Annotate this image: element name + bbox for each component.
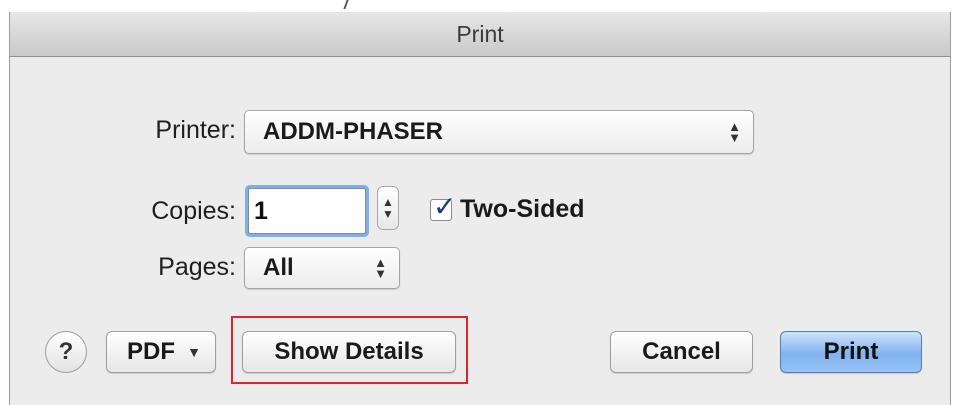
pages-select-value: All	[263, 254, 294, 281]
window-title: Print	[10, 12, 950, 57]
checkmark-icon: ✓	[433, 191, 457, 222]
stepper-down-icon[interactable]: ▼	[382, 208, 394, 220]
copies-stepper[interactable]: ▲ ▼	[377, 186, 399, 230]
two-sided-label: Two-Sided	[460, 195, 585, 223]
up-down-chevron-icon: ▲ ▼	[728, 119, 741, 145]
pages-select[interactable]: All ▲ ▼	[244, 247, 400, 289]
copies-field[interactable]: 1	[248, 188, 366, 234]
cursor-fragment	[333, 0, 349, 9]
triangle-down-icon: ▼	[187, 344, 201, 360]
printer-select-value: ADDM-PHASER	[263, 118, 443, 145]
print-button[interactable]: Print	[780, 331, 922, 373]
help-button[interactable]: ?	[45, 331, 87, 373]
pdf-button-label: PDF	[127, 338, 175, 365]
up-down-chevron-icon: ▲ ▼	[374, 255, 387, 281]
printer-select[interactable]: ADDM-PHASER ▲ ▼	[244, 110, 754, 154]
copies-label: Copies:	[151, 197, 236, 225]
pages-label: Pages:	[158, 253, 236, 281]
annotation-highlight	[231, 316, 468, 384]
two-sided-checkbox[interactable]: ✓	[430, 191, 456, 222]
cancel-button[interactable]: Cancel	[610, 331, 753, 373]
printer-label: Printer:	[155, 116, 236, 144]
pdf-menu-button[interactable]: PDF ▼	[106, 331, 216, 373]
